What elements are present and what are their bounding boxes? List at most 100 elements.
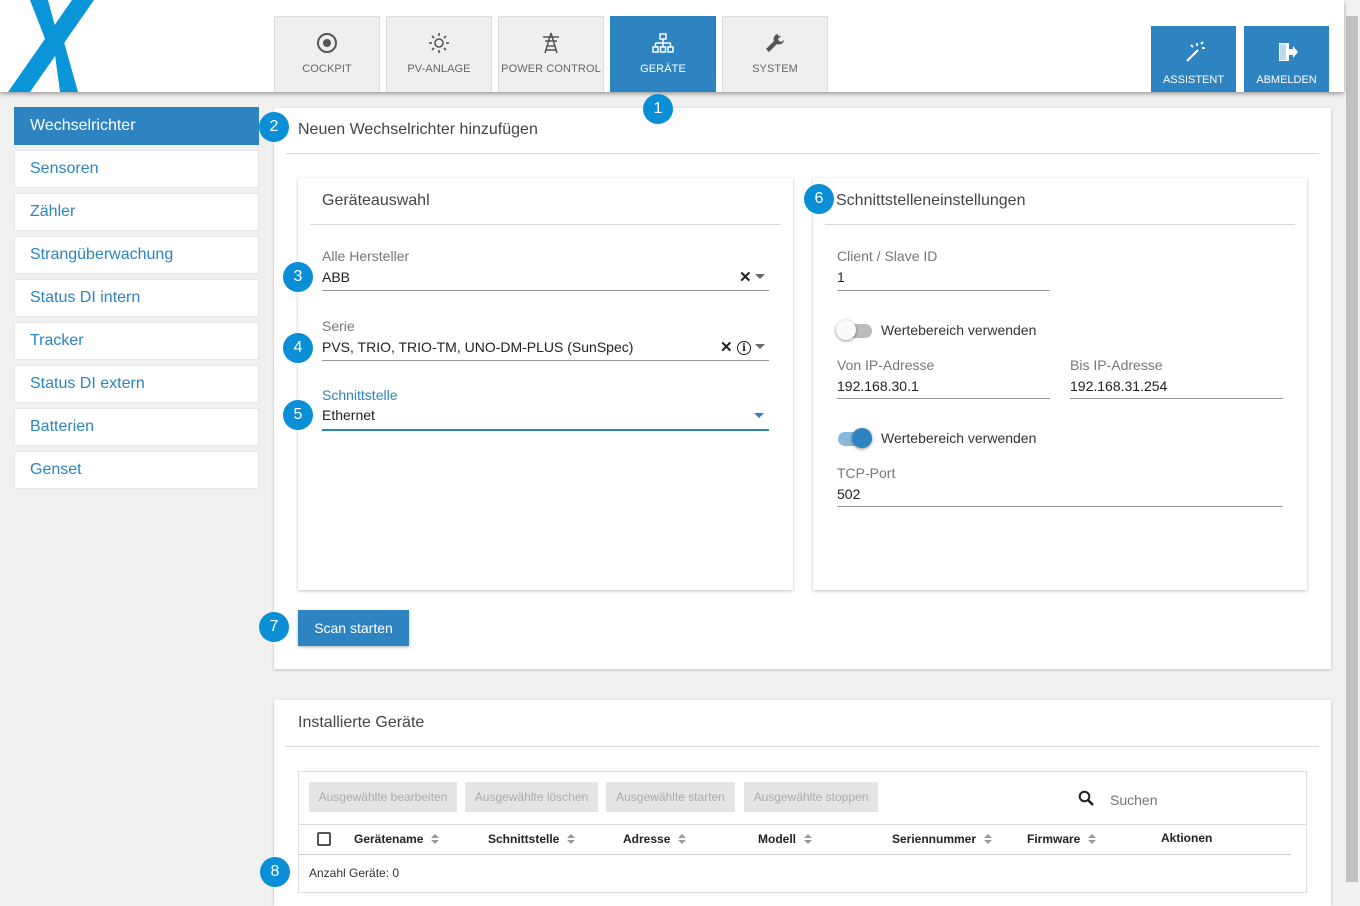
sort-icon [678, 834, 687, 844]
column-label: Adresse [623, 832, 671, 846]
sort-icon [431, 834, 440, 844]
field-underline [322, 429, 769, 431]
device-count: Anzahl Geräte: 0 [309, 866, 400, 880]
tab-cockpit[interactable]: COCKPIT [274, 16, 380, 92]
wrench-icon [763, 31, 787, 55]
tcp-port-label: TCP-Port [837, 465, 896, 481]
interface-label: Schnittstelle [322, 387, 398, 403]
column-label: Firmware [1027, 832, 1081, 846]
column-adresse[interactable]: Adresse [623, 832, 687, 846]
device-selection-card [298, 178, 793, 590]
chevron-down-icon[interactable] [754, 413, 764, 418]
clear-icon[interactable]: ✕ [720, 340, 733, 355]
delete-selected-button[interactable]: Ausgewählte löschen [465, 782, 598, 812]
stop-selected-button[interactable]: Ausgewählte stoppen [744, 782, 878, 812]
divider [825, 224, 1295, 225]
column-firmware[interactable]: Firmware [1027, 832, 1097, 846]
sidebar-item-label: Strangüberwachung [30, 246, 174, 263]
range-toggle[interactable] [836, 319, 872, 341]
callout-badge: 4 [283, 333, 313, 363]
column-label: Gerätename [354, 832, 424, 846]
column-seriennummer[interactable]: Seriennummer [892, 832, 993, 846]
sort-icon [804, 834, 812, 844]
field-underline [837, 398, 1050, 399]
sidebar-item-zaehler[interactable]: Zähler [14, 193, 259, 231]
sidebar-item-genset[interactable]: Genset [14, 451, 259, 489]
manufacturer-label: Alle Hersteller [322, 248, 410, 264]
sidebar-item-tracker[interactable]: Tracker [14, 322, 259, 360]
callout-badge: 1 [643, 94, 673, 124]
range-toggle-label: Wertebereich verwenden [881, 322, 1037, 338]
tab-pv-anlage[interactable]: PV-ANLAGE [386, 16, 492, 92]
select-all-checkbox[interactable] [317, 832, 331, 846]
callout-badge: 2 [259, 112, 289, 142]
search-input[interactable] [1110, 789, 1290, 811]
tab-system[interactable]: SYSTEM [722, 16, 828, 92]
search-icon [1078, 790, 1094, 811]
scan-start-button[interactable]: Scan starten [298, 610, 409, 646]
target-icon [315, 31, 339, 55]
column-geraetename[interactable]: Gerätename [354, 832, 440, 846]
range-toggle[interactable] [836, 427, 872, 449]
callout-badge: 7 [259, 612, 289, 642]
scrollbar-track[interactable] [1344, 0, 1360, 906]
interface-select[interactable]: Ethernet [322, 407, 375, 423]
company-logo [8, 0, 94, 92]
column-label: Seriennummer [892, 832, 977, 846]
sidebar-item-strangueberwachung[interactable]: Strangüberwachung [14, 236, 259, 274]
ip-to-input[interactable]: 192.168.31.254 [1070, 378, 1167, 394]
column-modell[interactable]: Modell [758, 832, 812, 846]
callout-badge: 8 [260, 857, 290, 887]
logout-icon [1275, 40, 1299, 64]
logout-button[interactable]: ABMELDEN [1244, 26, 1329, 92]
sidebar-item-label: Tracker [30, 332, 84, 349]
start-selected-button[interactable]: Ausgewählte starten [606, 782, 735, 812]
divider [286, 746, 1319, 747]
sidebar-item-status-di-intern[interactable]: Status DI intern [14, 279, 259, 317]
magic-wand-icon [1182, 40, 1206, 64]
divider [299, 854, 1291, 855]
ip-from-input[interactable]: 192.168.30.1 [837, 378, 919, 394]
scrollbar-thumb[interactable] [1346, 16, 1358, 882]
tab-label: GERÄTE [640, 63, 686, 75]
tcp-port-input[interactable]: 502 [837, 486, 860, 502]
power-tower-icon [539, 31, 563, 55]
tab-label: PV-ANLAGE [407, 63, 471, 75]
sort-icon [1088, 834, 1097, 844]
field-underline [322, 360, 769, 361]
divider [310, 224, 781, 225]
add-inverter-title: Neuen Wechselrichter hinzufügen [298, 121, 538, 138]
tab-geraete[interactable]: GERÄTE [610, 16, 716, 92]
interface-settings-title: Schnittstelleneinstellungen [836, 192, 1026, 209]
field-underline [1070, 398, 1283, 399]
sidebar-item-batterien[interactable]: Batterien [14, 408, 259, 446]
sidebar-item-label: Zähler [30, 203, 76, 220]
tab-power-control[interactable]: POWER CONTROL [498, 16, 604, 92]
clear-icon[interactable]: ✕ [739, 270, 752, 285]
sort-icon [984, 834, 993, 844]
info-icon[interactable]: i [737, 341, 751, 355]
manufacturer-select[interactable]: ABB [322, 269, 350, 285]
edit-selected-button[interactable]: Ausgewählte bearbeiten [309, 782, 457, 812]
device-selection-title: Geräteauswahl [322, 192, 430, 209]
column-label: Schnittstelle [488, 832, 560, 846]
assistant-button[interactable]: ASSISTENT [1151, 26, 1236, 92]
column-label: Aktionen [1161, 831, 1213, 845]
ip-from-label: Von IP-Adresse [837, 357, 935, 373]
sidebar-item-wechselrichter[interactable]: Wechselrichter [14, 107, 259, 145]
client-id-input[interactable]: 1 [837, 269, 845, 285]
field-underline [837, 290, 1050, 291]
chevron-down-icon[interactable] [755, 344, 765, 349]
sidebar-item-sensoren[interactable]: Sensoren [14, 150, 259, 188]
series-select[interactable]: PVS, TRIO, TRIO-TM, UNO-DM-PLUS (SunSpec… [322, 339, 633, 355]
toggle-knob [852, 428, 872, 448]
callout-badge: 6 [804, 184, 834, 214]
sort-icon [567, 834, 576, 844]
chevron-down-icon[interactable] [755, 274, 765, 279]
ip-to-label: Bis IP-Adresse [1070, 357, 1163, 373]
column-schnittstelle[interactable]: Schnittstelle [488, 832, 576, 846]
sidebar-item-status-di-extern[interactable]: Status DI extern [14, 365, 259, 403]
installed-devices-title: Installierte Geräte [298, 714, 425, 731]
sun-icon [427, 31, 451, 55]
sidebar-item-label: Wechselrichter [30, 117, 136, 134]
